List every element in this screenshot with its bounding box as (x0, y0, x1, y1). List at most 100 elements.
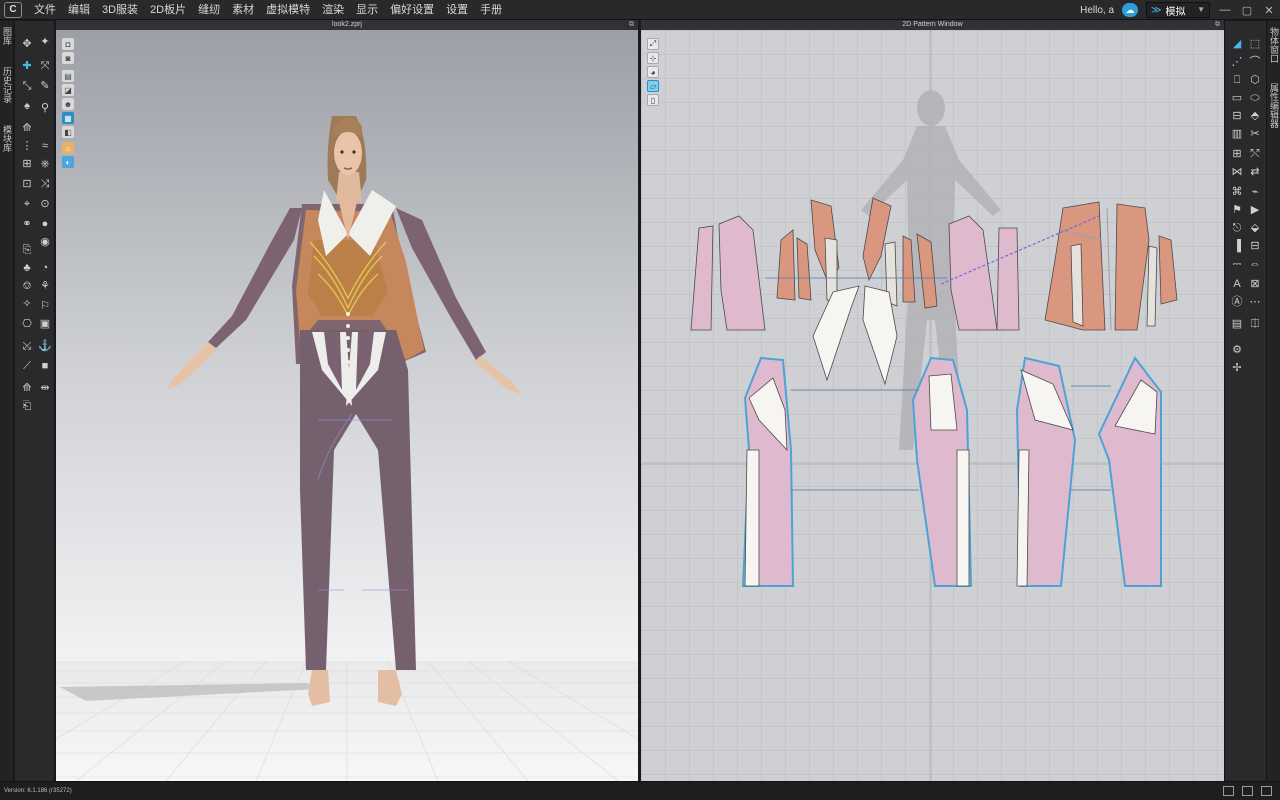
label-icon[interactable]: ⎅ (1247, 317, 1263, 331)
darts-icon[interactable]: ⬘ (1247, 109, 1263, 123)
menu-sewing[interactable]: 缝纫 (192, 0, 226, 20)
elastic-icon[interactable]: ▶ (1247, 203, 1263, 217)
select-icon[interactable]: ✥ (19, 37, 35, 51)
free-sew-icon[interactable]: ⋈ (1229, 165, 1245, 179)
sewing-icon[interactable]: ⟰ (19, 121, 35, 135)
layout-single-icon[interactable] (1223, 786, 1234, 796)
layout-triple-icon[interactable] (1261, 786, 1272, 796)
gathering-icon[interactable]: ⚑ (1229, 203, 1245, 217)
thread-icon[interactable]: ⚓ (37, 339, 53, 353)
button-icon[interactable]: ● (37, 217, 53, 231)
tuck-icon[interactable]: ⤨ (37, 177, 53, 191)
trace-icon[interactable]: ⎘ (19, 243, 35, 257)
texture-icon[interactable]: ⎔ (19, 317, 35, 331)
polygon-icon[interactable]: ⬡ (1247, 73, 1263, 87)
maximize-pane-icon[interactable]: ⧉ (629, 20, 634, 30)
tab-library[interactable]: 图库 (0, 21, 14, 51)
tab-history[interactable]: 历史记录 (0, 61, 14, 109)
menu-manual[interactable]: 手册 (474, 0, 508, 20)
buttonhole-icon[interactable]: ◉ (37, 235, 53, 249)
select-pattern-icon[interactable]: ⤢ (647, 38, 659, 50)
font-icon[interactable]: Ⓐ (1229, 295, 1245, 309)
tab-object-window[interactable]: 物体窗口 (1267, 21, 1280, 69)
menu-file[interactable]: 文件 (28, 0, 62, 20)
menu-materials[interactable]: 素材 (226, 0, 260, 20)
drape-icon[interactable]: ⚲ (37, 101, 53, 115)
close-button[interactable]: ✕ (1258, 0, 1280, 20)
trim-icon[interactable]: ⚘ (37, 279, 53, 293)
menu-preferences[interactable]: 偏好设置 (384, 0, 440, 20)
zipper-icon[interactable]: ♣ (19, 261, 35, 275)
pattern-select-icon[interactable]: ◢ (1229, 37, 1245, 51)
flatten-icon[interactable]: ⚭ (19, 217, 35, 231)
3d-viewport[interactable]: ◘ ◙ ▤ ◪ ☻ ▦ ◧ ☼ ◐ (56, 30, 638, 781)
layout-split-icon[interactable] (1242, 786, 1253, 796)
rectangle-icon[interactable]: ▭ (1229, 91, 1245, 105)
fit-map-icon[interactable]: ◔ (37, 261, 53, 275)
menu-settings[interactable]: 设置 (440, 0, 474, 20)
graphic-pattern-icon[interactable]: ▤ (1229, 317, 1245, 331)
strap-icon[interactable]: ⎈ (37, 157, 53, 171)
minimize-button[interactable]: — (1214, 0, 1236, 20)
fill-icon[interactable]: ■ (37, 359, 53, 373)
ruler-icon[interactable]: ▐ (1229, 239, 1245, 253)
tab-modular[interactable]: 模块库 (0, 119, 14, 158)
grain-icon[interactable]: ⎋ (1229, 221, 1245, 235)
edit-point-icon[interactable]: ⋰ (1229, 55, 1245, 69)
line-icon[interactable]: ⟋ (19, 359, 35, 373)
seam-line-icon[interactable]: ⊞ (1229, 147, 1245, 161)
notch-icon[interactable]: ⎓ (1229, 257, 1245, 271)
overlap-icon[interactable]: ⬙ (1247, 221, 1263, 235)
edit-pattern-icon[interactable]: ⬚ (1247, 37, 1263, 51)
text-icon[interactable]: A (1229, 277, 1245, 291)
add-point-icon[interactable]: ⎕ (1229, 73, 1245, 87)
segment-sew-icon[interactable]: ⤲ (1247, 147, 1263, 161)
pose-icon[interactable]: ✦ (37, 35, 53, 49)
baseline-icon[interactable]: ⌁ (1247, 185, 1263, 199)
measure-icon[interactable]: ⌖ (19, 197, 35, 211)
edit-icon[interactable]: ✎ (37, 79, 53, 93)
graphic-icon[interactable]: ▣ (37, 317, 53, 331)
circle-icon[interactable]: ⬭ (1247, 91, 1263, 105)
menu-display[interactable]: 显示 (350, 0, 384, 20)
fold-icon[interactable]: ⊞ (19, 157, 35, 171)
internal-polygon-icon[interactable]: ⊟ (1229, 109, 1245, 123)
tape-icon[interactable]: ⊙ (37, 197, 53, 211)
hardware-icon[interactable]: ✢ (1229, 361, 1245, 375)
fold-arrange-icon[interactable]: ⌘ (1229, 185, 1245, 199)
tack-icon[interactable]: ✧ (19, 297, 35, 311)
copy-icon[interactable]: ⟰ (19, 381, 35, 395)
segment-icon[interactable]: ⋮ (19, 139, 35, 153)
move-icon[interactable]: ✚ (19, 59, 35, 73)
steam-icon[interactable]: ≈ (37, 139, 53, 153)
garment-icon[interactable]: ♠ (19, 99, 35, 113)
texture-pattern-icon[interactable]: ▱ (647, 80, 659, 92)
grid-icon[interactable]: ⊟ (1247, 239, 1263, 253)
hanger-icon[interactable]: ⎊ (19, 279, 35, 293)
sew-text-icon[interactable]: ⋯ (1247, 295, 1263, 309)
fabric-icon[interactable]: ⚙ (1229, 343, 1245, 357)
2d-pattern-viewport[interactable]: ⤢ ⊹ ◕ ▱ ▯ (641, 30, 1224, 781)
annotate-icon[interactable]: ⊠ (1247, 277, 1263, 291)
attach-icon[interactable]: ⚐ (37, 299, 53, 313)
mode-select[interactable]: ≫ 模拟 ▼ (1146, 2, 1210, 18)
menu-2d-pattern[interactable]: 2D板片 (144, 0, 192, 20)
transform-pattern-icon[interactable]: ⊹ (647, 52, 659, 64)
seam-icon[interactable]: ⤩ (19, 339, 35, 353)
maximize-button[interactable]: ▢ (1236, 0, 1258, 20)
cloud-icon[interactable]: ☁ (1122, 3, 1138, 17)
align-icon[interactable]: ⇹ (37, 381, 53, 395)
lock-pattern-icon[interactable]: ▯ (647, 94, 659, 106)
tab-property-editor[interactable]: 属性编辑器 (1267, 77, 1280, 134)
view-pattern-icon[interactable]: ◕ (647, 66, 659, 78)
width-icon[interactable]: ⇔ (1247, 257, 1263, 271)
menu-3d-garment[interactable]: 3D服装 (96, 0, 144, 20)
menu-edit[interactable]: 编辑 (62, 0, 96, 20)
curve-point-icon[interactable]: ⌒ (1247, 55, 1263, 69)
symmetry-icon[interactable]: ⎗ (19, 399, 35, 413)
transform-icon[interactable]: ⤡ (19, 79, 35, 93)
maximize-pane-icon[interactable]: ⧉ (1215, 20, 1220, 30)
cut-icon[interactable]: ✂ (1247, 127, 1263, 141)
menu-render[interactable]: 渲染 (316, 0, 350, 20)
menu-avatar[interactable]: 虚拟模特 (260, 0, 316, 20)
